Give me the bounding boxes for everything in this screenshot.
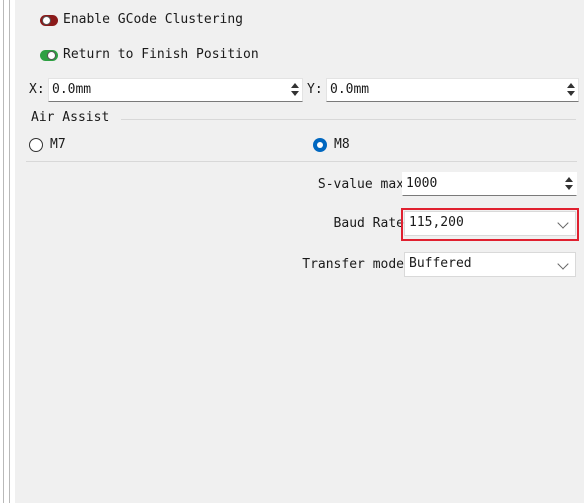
- air-assist-group-bottom: [26, 161, 577, 162]
- x-label: X:: [29, 82, 45, 97]
- x-spinner-icon[interactable]: [290, 82, 300, 99]
- toggle-knob-icon: [42, 16, 51, 25]
- y-spinner-icon[interactable]: [566, 82, 576, 99]
- m8-label: M8: [334, 137, 350, 152]
- air-assist-title: Air Assist: [31, 110, 110, 125]
- transfer-mode-value: Buffered: [409, 256, 472, 271]
- s-value-max-label: S-value max: [317, 177, 404, 192]
- s-value-spinner-icon[interactable]: [564, 176, 574, 193]
- m8-radio-option[interactable]: M8: [15, 135, 584, 155]
- gcode-clustering-toggle-row[interactable]: Enable GCode Clustering: [15, 10, 584, 32]
- return-finish-toggle-row[interactable]: Return to Finish Position: [15, 45, 584, 67]
- chevron-down-icon: [557, 258, 569, 270]
- y-label: Y:: [307, 82, 323, 97]
- baud-rate-highlight-box: [401, 208, 579, 241]
- baud-rate-label: Baud Rate: [333, 216, 404, 231]
- y-position-field[interactable]: 0.0mm: [326, 78, 579, 102]
- gcode-clustering-toggle[interactable]: [40, 15, 58, 26]
- settings-panel: Enable GCode Clustering Return to Finish…: [15, 0, 584, 503]
- m8-radio[interactable]: [313, 138, 327, 152]
- x-position-field[interactable]: 0.0mm: [48, 78, 303, 102]
- air-assist-group-border: [121, 119, 576, 120]
- s-value-max-value: 1000: [406, 176, 438, 191]
- y-position-value: 0.0mm: [330, 82, 370, 97]
- s-value-max-field[interactable]: 1000: [402, 172, 577, 196]
- transfer-mode-label: Transfer mode: [302, 257, 404, 272]
- x-position-value: 0.0mm: [52, 82, 92, 97]
- left-border-line: [3, 0, 4, 503]
- transfer-mode-select[interactable]: Buffered: [404, 252, 576, 277]
- left-border-line-inner: [9, 0, 10, 503]
- gcode-clustering-label: Enable GCode Clustering: [63, 12, 244, 27]
- return-finish-label: Return to Finish Position: [63, 47, 259, 62]
- return-finish-toggle[interactable]: [40, 50, 58, 61]
- toggle-knob-icon: [47, 51, 56, 60]
